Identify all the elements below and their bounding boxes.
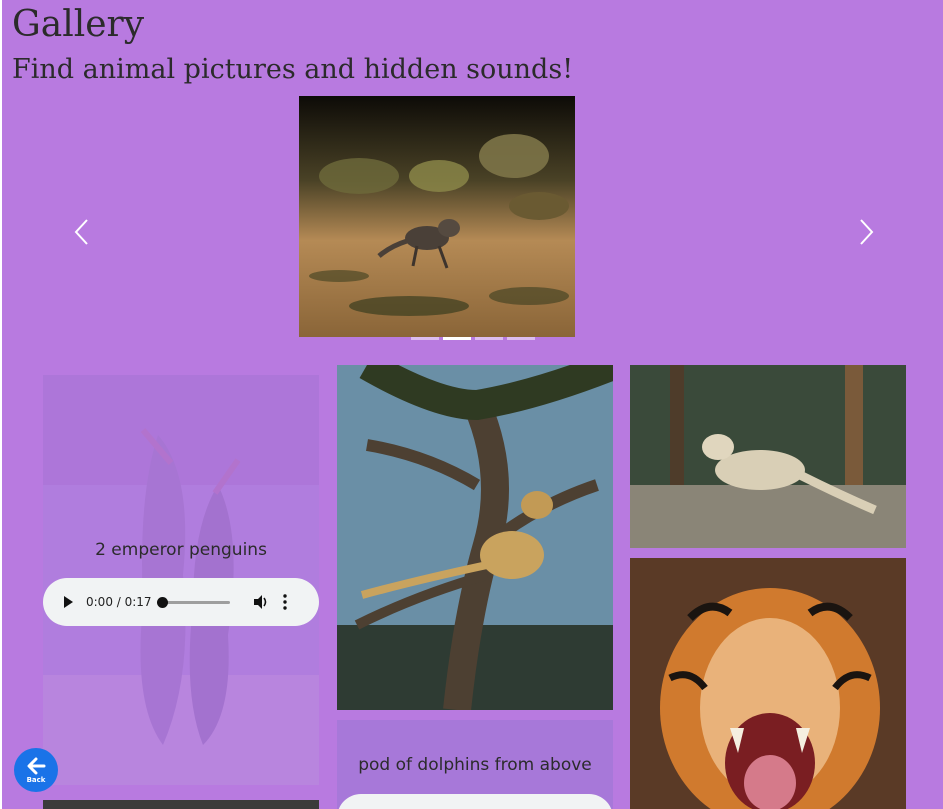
gallery-card-cheetah[interactable] — [337, 365, 613, 710]
carousel-image-axolotl[interactable] — [299, 96, 575, 337]
carousel-next-button[interactable] — [852, 212, 882, 252]
more-options-icon[interactable] — [282, 593, 288, 611]
gallery-card-penguins[interactable]: 2 emperor penguins 0:00 / 0:17 — [43, 375, 319, 785]
carousel-indicator-active[interactable] — [443, 337, 471, 340]
volume-icon[interactable] — [252, 593, 270, 611]
audio-seek-knob[interactable] — [157, 596, 168, 608]
back-button-label: Back — [26, 775, 46, 784]
gallery-caption: 2 emperor penguins — [95, 540, 267, 560]
play-icon[interactable] — [60, 594, 76, 610]
page-subtitle: Find animal pictures and hidden sounds! — [12, 54, 574, 85]
chevron-right-icon — [860, 219, 874, 245]
snow-leopard-image — [630, 365, 906, 548]
carousel-indicator[interactable] — [411, 337, 439, 340]
gallery-card-tiger[interactable] — [630, 558, 906, 809]
carousel-indicator[interactable] — [507, 337, 535, 340]
carousel-prev-button[interactable] — [66, 212, 96, 252]
gallery-card-snow-leopard[interactable] — [630, 365, 906, 548]
chevron-left-icon — [74, 219, 88, 245]
audio-player[interactable] — [337, 794, 613, 809]
back-button[interactable]: Back — [14, 748, 58, 792]
audio-player[interactable]: 0:00 / 0:17 — [43, 578, 319, 626]
carousel-indicator[interactable] — [475, 337, 503, 340]
audio-time: 0:00 / 0:17 — [86, 595, 152, 609]
audio-seek-bar[interactable] — [157, 596, 230, 608]
arrow-left-icon — [27, 757, 46, 774]
gallery-card-dolphins[interactable]: pod of dolphins from above — [337, 720, 613, 809]
cheetah-image — [337, 365, 613, 710]
carousel-indicators — [411, 337, 535, 340]
gallery-caption: pod of dolphins from above — [358, 755, 592, 775]
page-title: Gallery — [12, 4, 145, 45]
gallery-card-partial[interactable] — [43, 797, 319, 809]
tiger-image — [630, 558, 906, 809]
